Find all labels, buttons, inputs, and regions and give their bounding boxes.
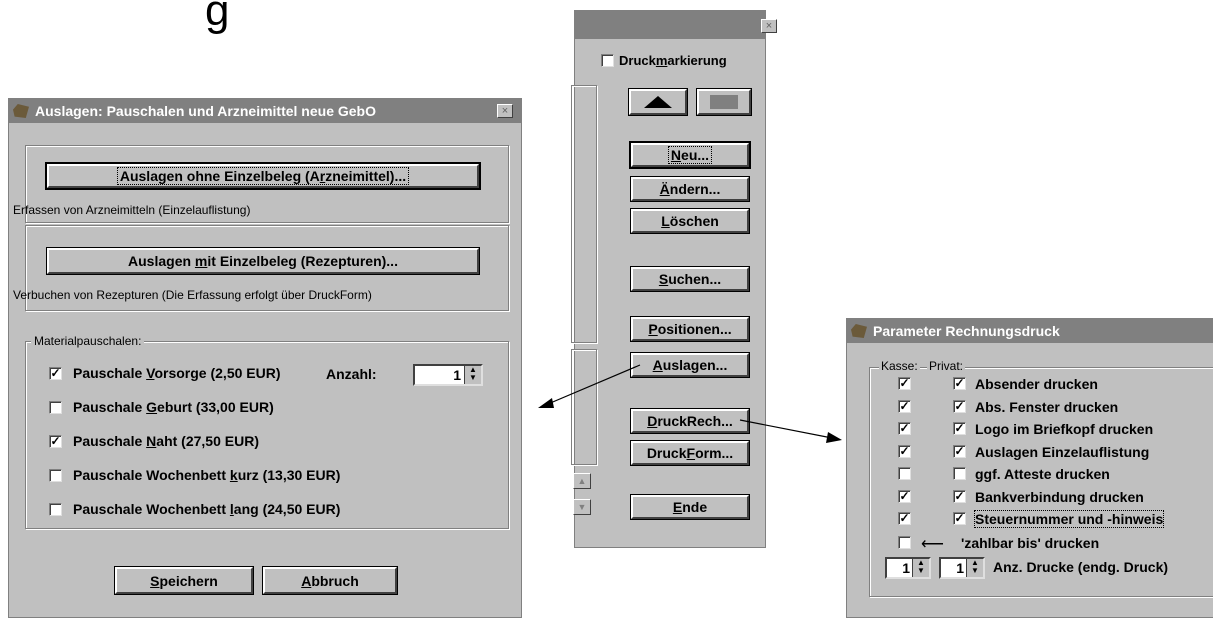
privat-checkbox[interactable]: ✓ bbox=[953, 400, 966, 413]
pauschale-checkbox[interactable]: ✓ bbox=[49, 435, 62, 448]
pauschale-label: Pauschale Wochenbett kurz (13,30 EUR) bbox=[73, 467, 341, 483]
speichern-button[interactable]: Speichern bbox=[115, 567, 253, 594]
pauschale-label: Pauschale Vorsorge (2,50 EUR) bbox=[73, 365, 281, 381]
param-option-label: ggf. Atteste drucken bbox=[975, 466, 1110, 482]
arrowhead-left bbox=[538, 398, 554, 408]
kasse-label: Kasse: bbox=[879, 359, 920, 373]
pauschale-label: Pauschale Geburt (33,00 EUR) bbox=[73, 399, 274, 415]
auslagen-dialog: Auslagen: Pauschalen und Arzneimittel ne… bbox=[8, 98, 522, 618]
privat-checkbox[interactable]: ✓ bbox=[953, 445, 966, 458]
neu-button[interactable]: Neu... bbox=[631, 143, 749, 167]
close-icon[interactable]: × bbox=[761, 19, 777, 33]
anz-drucke-label: Anz. Drucke (endg. Druck) bbox=[993, 559, 1169, 575]
spin-arrows-icon[interactable]: ▲ ▼ bbox=[912, 559, 929, 577]
spin-arrows-icon[interactable]: ▲ ▼ bbox=[966, 559, 983, 577]
privat-label: Privat: bbox=[927, 359, 966, 373]
left-inner-frame-lower bbox=[571, 349, 597, 465]
kasse-checkbox[interactable]: ✓ bbox=[898, 445, 911, 458]
main-toolbar-titlebar[interactable] bbox=[575, 11, 765, 39]
positionen-button[interactable]: Positionen... bbox=[631, 317, 749, 341]
druckmarkierung-label: Druckmarkierung bbox=[619, 53, 727, 68]
color-box-button[interactable] bbox=[697, 89, 751, 115]
druckmarkierung-checkbox[interactable] bbox=[601, 54, 614, 67]
zahlbar-label: 'zahlbar bis' drucken bbox=[961, 535, 1100, 551]
param-option-label: Steuernummer und -hinweis bbox=[973, 510, 1165, 528]
mit-einzelbeleg-description: Verbuchen von Rezepturen (Die Erfassung … bbox=[13, 288, 372, 302]
close-icon[interactable]: × bbox=[497, 104, 513, 118]
pauschale-label: Pauschale Naht (27,50 EUR) bbox=[73, 433, 259, 449]
gray-swatch-icon bbox=[710, 95, 738, 109]
main-toolbar-panel: × Druckmarkierung ▲ ▼ Neu... Ändern... Lös… bbox=[571, 10, 777, 548]
loeschen-button[interactable]: Löschen bbox=[631, 209, 749, 233]
anzahl-stepper[interactable]: 1 ▲ ▼ bbox=[413, 364, 483, 386]
privat-checkbox[interactable]: ✓ bbox=[953, 377, 966, 390]
pauschale-checkbox[interactable] bbox=[49, 401, 62, 414]
spin-arrows-icon[interactable]: ▲ ▼ bbox=[464, 366, 481, 384]
kasse-checkbox[interactable]: ✓ bbox=[898, 377, 911, 390]
triangle-up-icon bbox=[644, 96, 672, 108]
zahlbar-kasse-checkbox[interactable] bbox=[898, 536, 911, 549]
ende-button[interactable]: Ende bbox=[631, 495, 749, 519]
kasse-checkbox[interactable]: ✓ bbox=[898, 422, 911, 435]
kasse-checkbox[interactable] bbox=[898, 467, 911, 480]
parameter-rechnungsdruck-dialog: Parameter Rechnungsdruck Kasse: Privat: … bbox=[846, 318, 1213, 618]
pauschale-checkbox[interactable] bbox=[49, 503, 62, 516]
pauschale-label: Pauschale Wochenbett lang (24,50 EUR) bbox=[73, 501, 341, 517]
materialpauschalen-label: Materialpauschalen: bbox=[31, 334, 145, 348]
param-option-label: Abs. Fenster drucken bbox=[975, 399, 1119, 415]
scroll-up-icon[interactable]: ▲ bbox=[573, 473, 591, 489]
param-option-label: Absender drucken bbox=[975, 376, 1098, 392]
privat-checkbox[interactable] bbox=[953, 467, 966, 480]
auslagen-dialog-titlebar[interactable]: Auslagen: Pauschalen und Arzneimittel ne… bbox=[9, 99, 521, 123]
kasse-checkbox[interactable]: ✓ bbox=[898, 512, 911, 525]
parameter-dialog-titlebar[interactable]: Parameter Rechnungsdruck bbox=[847, 319, 1213, 343]
left-inner-frame bbox=[571, 85, 597, 343]
cropped-title-fragment: g bbox=[205, 0, 230, 35]
ohne-einzelbeleg-description: Erfassen von Arzneimitteln (Einzelauflis… bbox=[13, 203, 251, 217]
param-option-label: Bankverbindung drucken bbox=[975, 489, 1144, 505]
aendern-button[interactable]: Ändern... bbox=[631, 177, 749, 201]
privat-checkbox[interactable]: ✓ bbox=[953, 512, 966, 525]
arrow-up-button[interactable] bbox=[629, 89, 687, 115]
arrow-left-icon: ⟵ bbox=[921, 536, 944, 553]
param-option-label: Auslagen Einzelauflistung bbox=[975, 444, 1150, 460]
auslagen-ohne-einzelbeleg-button[interactable]: Auslagen ohne Einzelbeleg (Arzneimittel)… bbox=[47, 164, 479, 188]
druckrech-button[interactable]: DruckRech... bbox=[631, 409, 749, 433]
pauschale-checkbox[interactable]: ✓ bbox=[49, 367, 62, 380]
auslagen-mit-einzelbeleg-button[interactable]: Auslagen mit Einzelbeleg (Rezepturen)... bbox=[47, 248, 479, 274]
param-option-label: Logo im Briefkopf drucken bbox=[975, 421, 1154, 437]
parameter-dialog-title: Parameter Rechnungsdruck bbox=[873, 323, 1060, 339]
anz-drucke-stepper-1[interactable]: 1 ▲ ▼ bbox=[885, 557, 931, 579]
privat-checkbox[interactable]: ✓ bbox=[953, 490, 966, 503]
suchen-button[interactable]: Suchen... bbox=[631, 267, 749, 291]
app-icon bbox=[851, 324, 867, 338]
anzahl-value: 1 bbox=[453, 367, 461, 383]
anz-drucke-stepper-2[interactable]: 1 ▲ ▼ bbox=[939, 557, 985, 579]
scroll-down-icon[interactable]: ▼ bbox=[573, 499, 591, 515]
privat-checkbox[interactable]: ✓ bbox=[953, 422, 966, 435]
pauschale-checkbox[interactable] bbox=[49, 469, 62, 482]
app-icon bbox=[13, 104, 29, 118]
kasse-checkbox[interactable]: ✓ bbox=[898, 490, 911, 503]
druckform-button[interactable]: DruckForm... bbox=[631, 441, 749, 465]
anzahl-label: Anzahl: bbox=[326, 366, 377, 382]
abbruch-button[interactable]: Abbruch bbox=[263, 567, 397, 594]
arrowhead-right bbox=[826, 432, 842, 443]
kasse-checkbox[interactable]: ✓ bbox=[898, 400, 911, 413]
auslagen-dialog-title: Auslagen: Pauschalen und Arzneimittel ne… bbox=[35, 103, 376, 119]
auslagen-button[interactable]: Auslagen... bbox=[631, 353, 749, 377]
